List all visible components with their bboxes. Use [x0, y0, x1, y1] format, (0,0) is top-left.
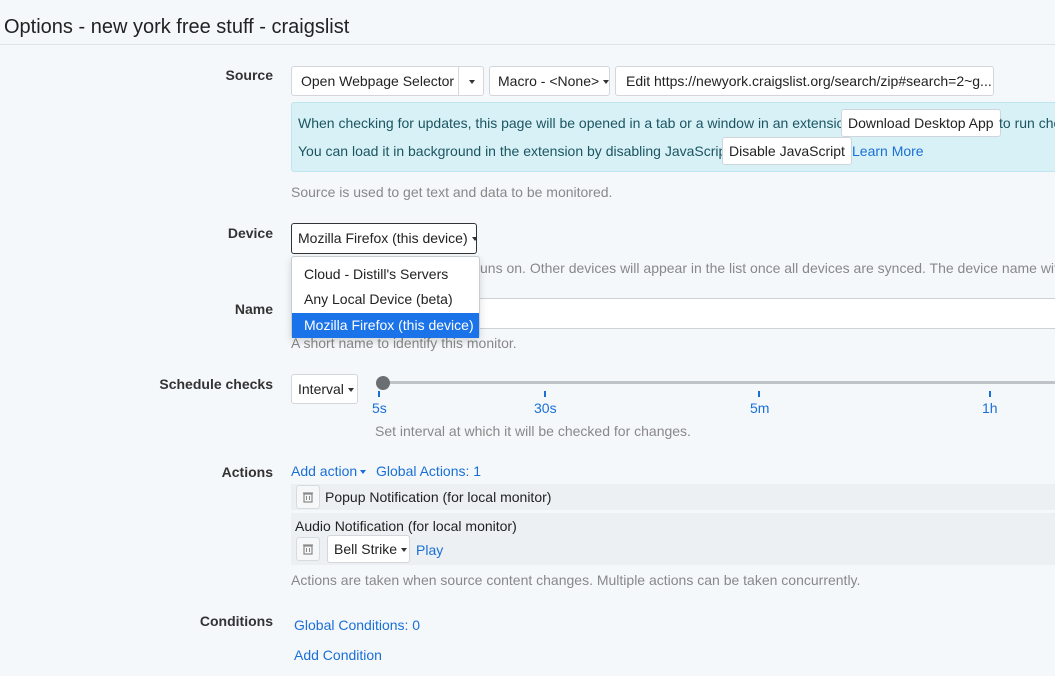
device-select[interactable]: Mozilla Firefox (this device): [291, 223, 477, 254]
global-conditions-link[interactable]: Global Conditions: 0: [294, 617, 420, 633]
tick-mark: [758, 391, 760, 397]
title-divider: [0, 44, 1055, 45]
tick-mark: [989, 391, 991, 397]
open-webpage-selector-button[interactable]: Open Webpage Selector: [301, 67, 454, 95]
source-label: Source: [225, 67, 273, 83]
tick-label: 1h: [982, 400, 998, 416]
chevron-down-icon: [347, 388, 354, 393]
device-option-cloud[interactable]: Cloud - Distill's Servers: [292, 262, 479, 287]
global-actions-link[interactable]: Global Actions: 1: [376, 463, 481, 479]
chevron-down-icon: [468, 80, 475, 85]
javascript-info-alert: When checking for updates, this page wil…: [291, 102, 1055, 172]
tick-mark: [544, 391, 546, 397]
add-action-label: Add action: [291, 463, 358, 479]
device-dropdown-menu: Cloud - Distill's Servers Any Local Devi…: [291, 256, 480, 338]
info-line-1-tail: to run che: [999, 115, 1055, 131]
add-action-dropdown[interactable]: Add action: [291, 463, 367, 479]
play-sound-link[interactable]: Play: [416, 542, 443, 558]
conditions-label: Conditions: [199, 613, 273, 629]
source-help: Source is used to get text and data to b…: [291, 184, 613, 200]
delete-action-button[interactable]: [296, 537, 320, 561]
chevron-down-icon: [401, 548, 408, 553]
interval-slider-handle[interactable]: [376, 376, 390, 390]
info-line-2: You can load it in background in the ext…: [298, 143, 735, 159]
tick-mark: [378, 391, 380, 397]
action-row-popup: Popup Notification (for local monitor): [291, 484, 1055, 510]
chevron-down-icon: [603, 80, 609, 85]
device-option-firefox[interactable]: Mozilla Firefox (this device): [292, 313, 479, 338]
device-label: Device: [227, 225, 273, 241]
tick-label: 5s: [372, 400, 387, 416]
page-title: Options - new york free stuff - craigsli…: [4, 16, 350, 38]
actions-label: Actions: [221, 464, 273, 480]
schedule-mode-select[interactable]: Interval: [291, 374, 358, 404]
tick-label: 5m: [750, 400, 770, 416]
learn-more-link[interactable]: Learn More: [852, 143, 924, 159]
device-help: uns on. Other devices will appear in the…: [480, 260, 1055, 276]
info-line-1: When checking for updates, this page wil…: [298, 115, 857, 131]
device-option-any-local[interactable]: Any Local Device (beta): [292, 287, 479, 312]
edit-url-button[interactable]: Edit https://newyork.craigslist.org/sear…: [615, 66, 994, 96]
popup-notification-label: Popup Notification (for local monitor): [325, 489, 552, 505]
device-selected-value: Mozilla Firefox (this device): [298, 230, 468, 246]
selector-dropdown-toggle[interactable]: [458, 67, 483, 95]
action-row-audio: Audio Notification (for local monitor) B…: [291, 513, 1055, 565]
interval-slider-track[interactable]: [383, 381, 1055, 384]
schedule-mode-value: Interval: [298, 381, 344, 397]
webpage-selector-button-group: Open Webpage Selector: [291, 66, 484, 96]
schedule-help: Set interval at which it will be checked…: [375, 423, 691, 439]
trash-icon: [303, 492, 313, 503]
actions-help: Actions are taken when source content ch…: [291, 572, 861, 588]
name-label: Name: [234, 301, 273, 317]
delete-action-button[interactable]: [296, 485, 320, 509]
chevron-down-icon: [471, 237, 476, 242]
trash-icon: [303, 544, 313, 555]
chevron-down-icon: [360, 470, 367, 475]
schedule-label: Schedule checks: [159, 376, 273, 392]
tick-label: 30s: [534, 400, 557, 416]
download-desktop-app-button[interactable]: Download Desktop App: [841, 109, 1001, 137]
sound-select-value: Bell Strike: [334, 541, 398, 557]
macro-dropdown[interactable]: Macro - <None>: [489, 66, 610, 96]
sound-select[interactable]: Bell Strike: [327, 535, 410, 563]
audio-notification-label: Audio Notification (for local monitor): [295, 518, 517, 534]
macro-label: Macro - <None>: [498, 73, 600, 89]
add-condition-link[interactable]: Add Condition: [294, 647, 382, 663]
disable-javascript-button[interactable]: Disable JavaScript: [722, 137, 852, 165]
